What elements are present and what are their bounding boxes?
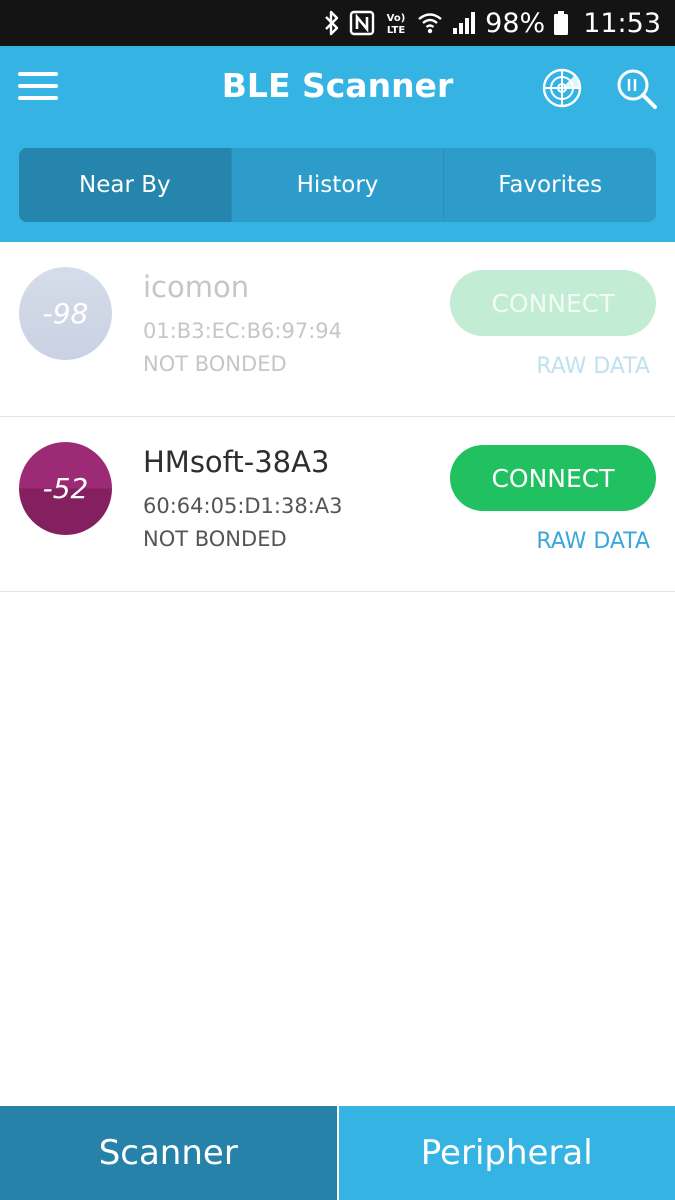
wifi-icon <box>417 10 443 36</box>
nfc-icon <box>349 10 375 36</box>
scan-tabs: Near By History Favorites <box>19 148 656 222</box>
volte-icon: Vo) LTE <box>383 10 409 36</box>
bluetooth-icon <box>323 10 341 36</box>
tab-near-by[interactable]: Near By <box>19 148 231 222</box>
device-mac: 60:64:05:D1:38:A3 <box>143 494 343 518</box>
device-name: icomon <box>143 270 250 304</box>
battery-icon <box>553 10 569 36</box>
search-icon[interactable] <box>616 68 658 110</box>
app-bar: BLE Scanner Near By History Favorites <box>0 46 675 242</box>
clock: 11:53 <box>583 7 661 39</box>
peripheral-tab[interactable]: Peripheral <box>338 1106 675 1200</box>
device-list: -98 icomon 01:B3:EC:B6:97:94 NOT BONDED … <box>0 242 675 592</box>
signal-icon <box>451 10 477 36</box>
svg-text:LTE: LTE <box>387 25 406 36</box>
menu-icon[interactable] <box>18 72 58 104</box>
device-mac: 01:B3:EC:B6:97:94 <box>143 319 343 343</box>
connect-button[interactable]: CONNECT <box>450 270 656 336</box>
raw-data-link[interactable]: RAW DATA <box>536 529 650 554</box>
scanner-tab[interactable]: Scanner <box>0 1106 339 1200</box>
raw-data-link[interactable]: RAW DATA <box>536 354 650 379</box>
bond-status: NOT BONDED <box>143 352 287 376</box>
connect-button[interactable]: CONNECT <box>450 445 656 511</box>
list-item[interactable]: -52 HMsoft-38A3 60:64:05:D1:38:A3 NOT BO… <box>0 417 675 592</box>
svg-text:Vo): Vo) <box>387 13 406 24</box>
tab-favorites[interactable]: Favorites <box>443 148 656 222</box>
list-item[interactable]: -98 icomon 01:B3:EC:B6:97:94 NOT BONDED … <box>0 242 675 417</box>
status-bar: Vo) LTE 98% 11:53 <box>0 0 675 46</box>
bond-status: NOT BONDED <box>143 527 287 551</box>
rssi-badge: -52 <box>19 442 112 535</box>
device-name: HMsoft-38A3 <box>143 445 330 479</box>
rssi-badge: -98 <box>19 267 112 360</box>
tab-history[interactable]: History <box>230 148 444 222</box>
battery-percent: 98% <box>485 7 546 39</box>
radar-icon[interactable] <box>542 68 582 108</box>
bottom-nav: Scanner Peripheral <box>0 1106 675 1200</box>
